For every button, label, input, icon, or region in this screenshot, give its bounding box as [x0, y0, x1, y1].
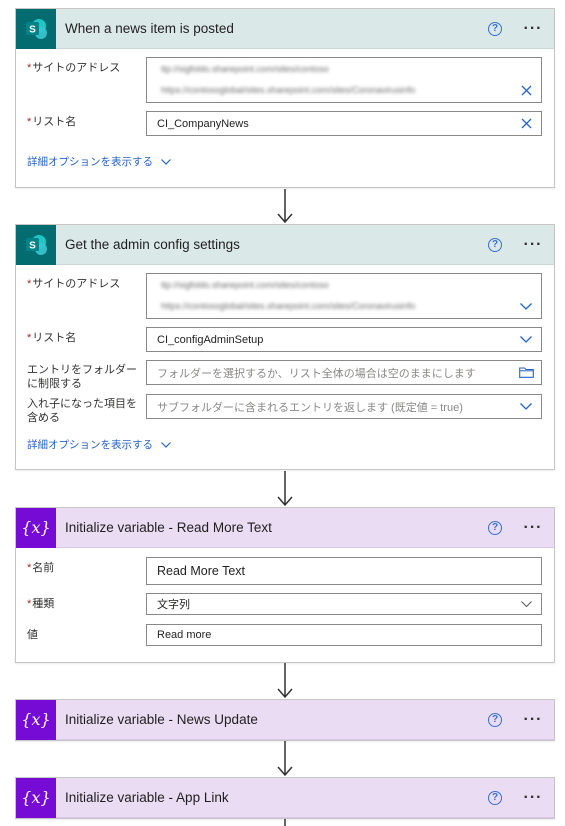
card-title: Initialize variable - Read More Text [65, 520, 272, 535]
variable-value: Read more [157, 629, 212, 641]
card-header[interactable]: {x} Initialize variable - News Update ? … [16, 699, 554, 740]
card-title: When a news item is posted [65, 21, 234, 36]
action-card-app-link[interactable]: {x} Initialize variable - App Link ? ··· [15, 777, 555, 819]
flow-arrow-icon [277, 663, 293, 699]
site-address-field[interactable]: ttp://sigfoldo.sharepoint.com/sites/cont… [146, 57, 542, 103]
site-address-line1: ttp://sigfoldo.sharepoint.com/sites/cont… [161, 280, 329, 290]
help-icon[interactable]: ? [488, 237, 502, 252]
show-advanced-options-link[interactable]: 詳細オプションを表示する [27, 154, 171, 169]
card-header[interactable]: S Get the admin config settings ? ··· [16, 224, 554, 265]
clear-icon[interactable] [511, 85, 541, 96]
chevron-down-icon[interactable] [511, 403, 541, 410]
help-icon[interactable]: ? [488, 790, 502, 805]
site-address-line2: https://contosoglobal/sites.sharepoint.c… [161, 85, 416, 95]
site-address-line1: ttp://sigfoldo.sharepoint.com/sites/cont… [161, 64, 329, 74]
list-name-label: *リスト名 [27, 332, 77, 344]
help-icon[interactable]: ? [488, 520, 502, 535]
action-card-read-more-text: {x} Initialize variable - Read More Text… [15, 507, 555, 663]
list-name-label: *リスト名 [27, 116, 77, 128]
nested-placeholder: サブフォルダーに含まれるエントリを返します (既定値 = true) [157, 401, 463, 414]
list-name-field[interactable]: CI_CompanyNews [146, 111, 542, 136]
flow-arrow-icon [277, 471, 293, 507]
folder-icon[interactable] [511, 367, 541, 378]
more-options-icon[interactable]: ··· [522, 789, 544, 805]
variable-value-field[interactable]: Read more [146, 624, 542, 646]
chevron-down-icon[interactable] [511, 601, 541, 607]
folder-placeholder: フォルダーを選択するか、リスト全体の場合は空のままにします [157, 367, 476, 380]
flow-connector [284, 819, 286, 826]
include-nested-label: 入れ子になった項目を含める [27, 398, 137, 424]
more-options-icon[interactable]: ··· [522, 236, 544, 252]
site-address-line2: https://contosoglobal/sites.sharepoint.c… [161, 301, 416, 311]
show-advanced-options-link[interactable]: 詳細オプションを表示する [27, 437, 171, 452]
card-title: Initialize variable - News Update [65, 712, 258, 727]
action-card-admin-config: S Get the admin config settings ? ··· *サ… [15, 224, 555, 470]
more-options-icon[interactable]: ··· [522, 711, 544, 727]
chevron-down-icon[interactable] [511, 336, 541, 343]
variable-icon: {x} [16, 777, 56, 818]
clear-icon[interactable] [511, 118, 541, 129]
card-title: Get the admin config settings [65, 237, 240, 252]
site-address-label: *サイトのアドレス [27, 278, 121, 290]
site-address-field[interactable]: ttp://sigfoldo.sharepoint.com/sites/cont… [146, 273, 542, 319]
chevron-down-icon[interactable] [511, 302, 541, 310]
card-header[interactable]: S When a news item is posted ? ··· [16, 8, 554, 49]
list-name-value: CI_CompanyNews [157, 117, 249, 130]
more-options-icon[interactable]: ··· [522, 20, 544, 36]
more-options-icon[interactable]: ··· [522, 519, 544, 535]
chevron-down-icon [161, 158, 171, 165]
folder-picker[interactable]: フォルダーを選択するか、リスト全体の場合は空のままにします [146, 360, 542, 385]
help-icon[interactable]: ? [488, 21, 502, 36]
include-nested-dropdown[interactable]: サブフォルダーに含まれるエントリを返します (既定値 = true) [146, 394, 542, 419]
trigger-card-news: S When a news item is posted ? ··· *サイトの… [15, 8, 555, 188]
name-label: *名前 [27, 562, 55, 574]
variable-icon: {x} [16, 699, 56, 740]
flow-arrow-icon [277, 741, 293, 777]
site-address-label: *サイトのアドレス [27, 62, 121, 74]
card-header[interactable]: {x} Initialize variable - App Link ? ··· [16, 777, 554, 818]
variable-icon: {x} [16, 507, 56, 548]
help-icon[interactable]: ? [488, 712, 502, 727]
card-header[interactable]: {x} Initialize variable - Read More Text… [16, 507, 554, 548]
list-name-dropdown[interactable]: CI_configAdminSetup [146, 327, 542, 352]
chevron-down-icon [161, 441, 171, 448]
variable-name-field[interactable]: Read More Text [146, 557, 542, 585]
variable-type-value: 文字列 [157, 599, 190, 611]
action-card-news-update[interactable]: {x} Initialize variable - News Update ? … [15, 699, 555, 741]
card-title: Initialize variable - App Link [65, 790, 229, 805]
sharepoint-letter: S [29, 24, 36, 35]
folder-limit-label: エントリをフォルダーに制限する [27, 364, 137, 390]
sharepoint-icon: S [16, 224, 56, 265]
list-name-value: CI_configAdminSetup [157, 333, 264, 346]
value-label: 値 [27, 629, 38, 641]
variable-type-dropdown[interactable]: 文字列 [146, 593, 542, 615]
sharepoint-letter: S [29, 240, 36, 251]
variable-name-value: Read More Text [157, 564, 246, 578]
sharepoint-icon: S [16, 8, 56, 49]
type-label: *種類 [27, 598, 55, 610]
flow-arrow-icon [277, 189, 293, 224]
